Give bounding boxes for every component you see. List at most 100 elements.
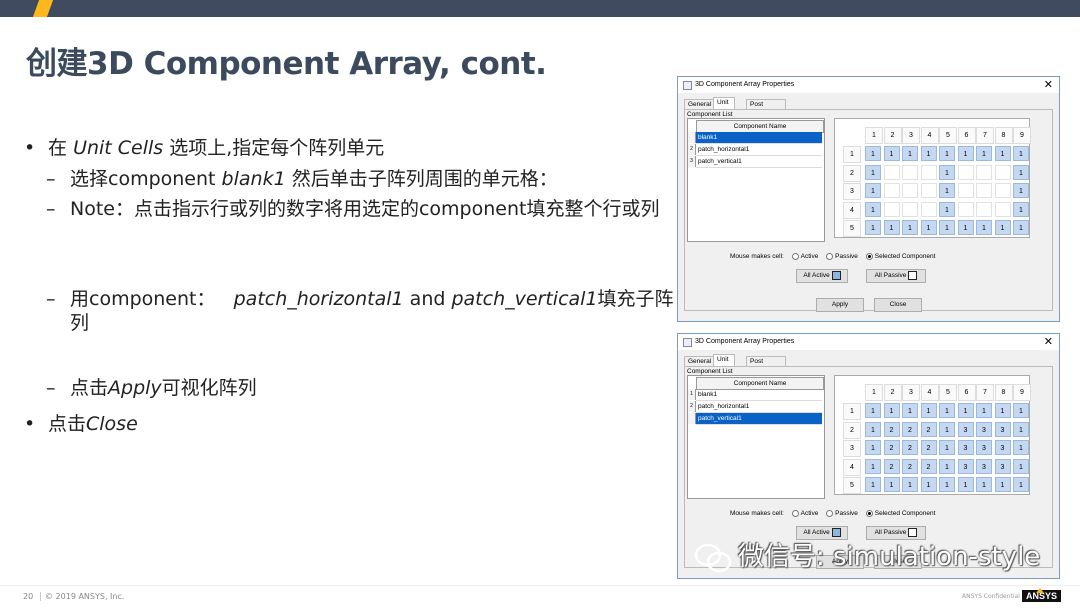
grid-row-header[interactable]: 5 [843,477,861,494]
grid-cell[interactable]: 2 [902,421,918,437]
grid-cell[interactable]: 1 [1013,201,1029,217]
grid-cell[interactable] [994,183,1011,198]
grid-cell[interactable]: 1 [865,458,881,474]
grid-row-header[interactable]: 3 [843,183,861,200]
grid-cell[interactable]: 1 [1013,183,1029,198]
grid-cell[interactable] [994,201,1011,217]
grid-cell[interactable] [994,164,1011,180]
grid-cell[interactable]: 1 [1013,403,1029,418]
grid-cell[interactable] [957,183,974,198]
grid-cell[interactable] [957,164,974,180]
grid-cell[interactable] [957,201,974,217]
grid-column-header[interactable]: 3 [902,127,920,144]
close-button[interactable]: Close [874,298,922,312]
grid-cell[interactable]: 3 [957,421,974,437]
grid-cell[interactable]: 1 [865,220,881,235]
grid-cell[interactable]: 1 [939,458,955,474]
grid-column-header[interactable]: 8 [994,127,1013,144]
grid-cell[interactable]: 1 [1013,146,1029,161]
component-row[interactable]: 3 patch_vertical1 [688,156,822,168]
grid-cell[interactable]: 3 [976,421,992,437]
grid-column-header[interactable]: 4 [920,127,939,144]
grid-row-header[interactable]: 5 [843,220,861,237]
apply-button[interactable]: Apply [816,298,864,312]
grid-cell[interactable]: 1 [939,146,955,161]
grid-cell[interactable]: 1 [920,146,937,161]
grid-cell[interactable]: 1 [957,146,974,161]
grid-row-header[interactable]: 4 [843,201,861,219]
grid-cell[interactable]: 1 [939,421,955,437]
grid-column-header[interactable]: 9 [1013,384,1031,401]
grid-cell[interactable] [883,183,900,198]
grid-cell[interactable]: 3 [976,440,992,455]
component-row[interactable]: 3 patch_vertical1 [688,413,822,425]
grid-column-header[interactable]: 6 [957,127,976,144]
grid-cell[interactable]: 1 [883,146,900,161]
grid-row-header[interactable]: 3 [843,440,861,457]
grid-cell[interactable]: 1 [883,477,900,492]
component-row[interactable]: 1 blank1 [688,132,822,144]
grid-cell[interactable]: 1 [1013,440,1029,455]
grid-cell[interactable]: 1 [976,477,992,492]
grid-cell[interactable]: 2 [902,458,918,474]
grid-column-header[interactable]: 9 [1013,127,1031,144]
grid-row-header[interactable]: 2 [843,421,861,439]
grid-cell[interactable]: 1 [865,477,881,492]
grid-cell[interactable]: 1 [1013,477,1029,492]
grid-cell[interactable]: 1 [865,146,881,161]
grid-cell[interactable]: 1 [920,403,937,418]
component-row[interactable]: 1 blank1 [688,389,822,401]
grid-cell[interactable]: 3 [957,458,974,474]
grid-cell[interactable]: 3 [976,458,992,474]
grid-column-header[interactable]: 2 [883,384,902,401]
grid-column-header[interactable]: 5 [939,384,957,401]
grid-cell[interactable] [976,183,992,198]
grid-cell[interactable]: 1 [865,421,881,437]
grid-cell[interactable]: 1 [994,477,1011,492]
grid-cell[interactable]: 2 [883,440,900,455]
grid-cell[interactable]: 3 [994,458,1011,474]
grid-cell[interactable]: 1 [1013,458,1029,474]
all-active-button[interactable]: All Active [796,269,848,283]
grid-cell[interactable]: 1 [939,201,955,217]
close-icon[interactable]: ✕ [1044,335,1053,348]
grid-cell[interactable]: 1 [976,146,992,161]
grid-cell[interactable]: 2 [920,421,937,437]
grid-cell[interactable]: 1 [957,220,974,235]
grid-cell[interactable] [920,183,937,198]
grid-cell[interactable] [883,164,900,180]
grid-column-header[interactable]: 4 [920,384,939,401]
radio-passive[interactable] [826,253,834,260]
grid-cell[interactable]: 1 [939,477,955,492]
grid-cell[interactable] [902,183,918,198]
radio-selected-component[interactable] [865,510,873,517]
grid-cell[interactable]: 1 [939,440,955,455]
radio-active[interactable] [791,253,799,260]
component-row[interactable]: 2 patch_horizontal1 [688,144,822,156]
grid-cell[interactable]: 1 [939,183,955,198]
grid-cell[interactable]: 1 [920,477,937,492]
grid-row-header[interactable]: 2 [843,164,861,182]
grid-row-header[interactable]: 1 [843,403,861,420]
grid-cell[interactable]: 2 [883,421,900,437]
radio-passive[interactable] [826,510,834,517]
grid-cell[interactable]: 1 [883,220,900,235]
radio-selected-component[interactable] [865,253,873,260]
grid-cell[interactable] [902,164,918,180]
grid-cell[interactable]: 1 [939,164,955,180]
grid-cell[interactable]: 1 [902,477,918,492]
grid-cell[interactable] [902,201,918,217]
grid-cell[interactable] [920,201,937,217]
grid-cell[interactable]: 2 [883,458,900,474]
grid-cell[interactable]: 2 [920,440,937,455]
grid-cell[interactable]: 1 [994,403,1011,418]
grid-cell[interactable]: 1 [994,220,1011,235]
grid-cell[interactable]: 1 [957,403,974,418]
radio-active[interactable] [791,510,799,517]
grid-column-header[interactable]: 7 [976,384,994,401]
grid-row-header[interactable]: 4 [843,458,861,476]
grid-cell[interactable] [920,164,937,180]
grid-cell[interactable]: 1 [976,220,992,235]
grid-cell[interactable]: 1 [865,403,881,418]
grid-column-header[interactable]: 3 [902,384,920,401]
